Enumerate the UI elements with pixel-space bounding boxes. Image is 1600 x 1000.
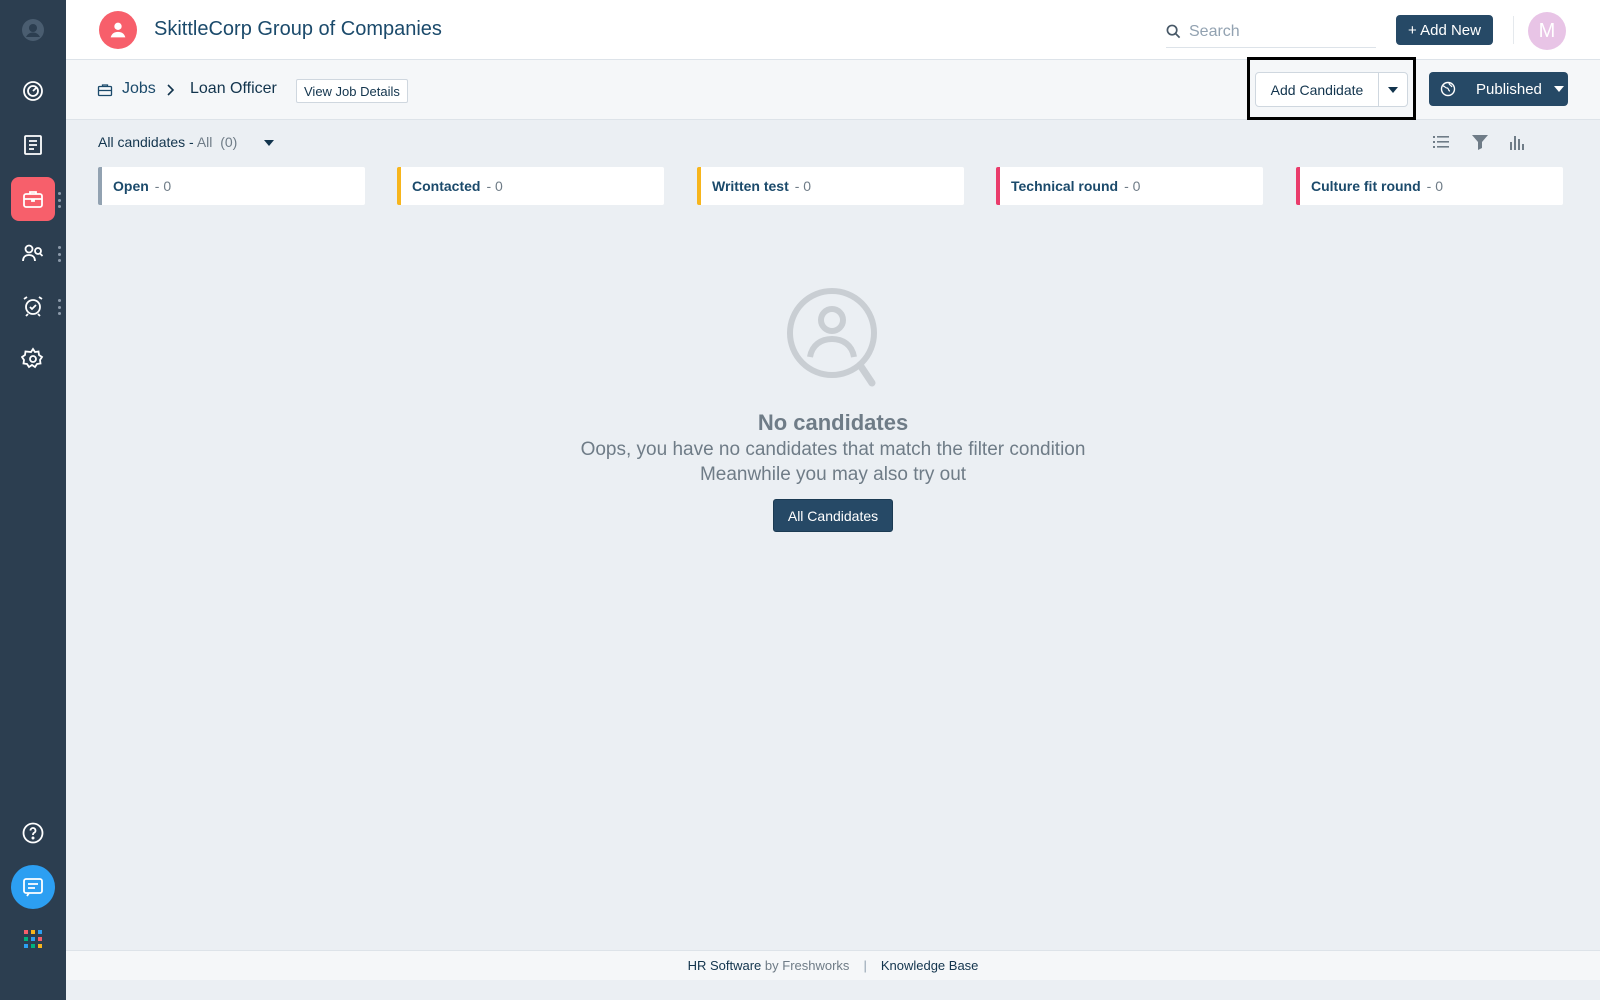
apps-grid-icon[interactable] — [11, 917, 55, 961]
footer: HR Software by Freshworks | Knowledge Ba… — [66, 950, 1600, 980]
stage-count: - 0 — [154, 178, 172, 194]
breadcrumb-current: Loan Officer — [190, 80, 277, 97]
footer-product: HR Software — [687, 958, 762, 973]
filter-caret-down-icon[interactable] — [264, 139, 274, 147]
empty-state-hint: Meanwhile you may also try out — [699, 464, 967, 485]
footer-separator: | — [863, 958, 867, 973]
filter-selected: All — [196, 134, 213, 150]
candidate-search-icon — [787, 288, 877, 387]
add-candidate-button[interactable]: Add Candidate — [1256, 73, 1379, 106]
filter-icon[interactable] — [1470, 132, 1490, 152]
sidebar — [0, 0, 66, 1000]
user-avatar[interactable]: M — [1528, 12, 1566, 50]
stage-column-open[interactable]: Open - 0 — [98, 167, 365, 205]
filter-count: (0) — [220, 134, 238, 150]
published-label: Published — [1476, 80, 1542, 98]
stage-column-culture-fit-round[interactable]: Culture fit round - 0 — [1296, 167, 1563, 205]
stage-name: Contacted — [412, 178, 481, 194]
candidates-icon[interactable] — [11, 231, 55, 275]
candidates-filter[interactable]: All candidates - All (0) — [98, 134, 237, 150]
chat-icon[interactable] — [11, 865, 55, 909]
all-candidates-button[interactable]: All Candidates — [773, 499, 893, 532]
stage-count: - 0 — [1426, 178, 1443, 194]
stage-count: - 0 — [794, 178, 812, 194]
gear-icon[interactable] — [11, 337, 55, 381]
stage-count: - 0 — [1124, 178, 1141, 194]
caret-down-icon — [1553, 86, 1564, 92]
search-input[interactable] — [1189, 22, 1369, 41]
stage-count: - 0 — [486, 178, 503, 194]
org-logo-icon — [99, 11, 137, 49]
add-candidate-dropdown[interactable] — [1379, 73, 1407, 106]
search-icon — [1166, 24, 1181, 39]
breadcrumb-jobs-link[interactable]: Jobs — [122, 80, 156, 98]
list-view-icon[interactable] — [1431, 132, 1451, 152]
candidates-menu-dots[interactable] — [57, 246, 61, 262]
jobs-briefcase-icon — [97, 84, 113, 97]
bar-chart-icon[interactable] — [1507, 132, 1527, 152]
stage-name: Written test — [712, 178, 789, 194]
caret-down-icon — [1388, 86, 1398, 93]
org-name: SkittleCorp Group of Companies — [154, 18, 442, 40]
dashboard-icon[interactable] — [11, 69, 55, 113]
header-divider — [1513, 16, 1514, 44]
add-candidate-split-button[interactable]: Add Candidate — [1255, 72, 1408, 107]
search-box[interactable] — [1166, 16, 1376, 48]
notes-icon[interactable] — [11, 123, 55, 167]
globe-icon — [1440, 81, 1456, 97]
stage-column-technical-round[interactable]: Technical round - 0 — [996, 167, 1263, 205]
empty-state-message: Oops, you have no candidates that match … — [580, 439, 1086, 460]
top-header: SkittleCorp Group of Companies + Add New… — [66, 0, 1600, 60]
alarm-menu-dots[interactable] — [57, 299, 61, 315]
add-new-button[interactable]: + Add New — [1396, 15, 1493, 45]
knowledge-base-link[interactable]: Knowledge Base — [881, 958, 979, 973]
stage-column-written-test[interactable]: Written test - 0 — [697, 167, 964, 205]
footer-by: by Freshworks — [764, 958, 850, 973]
job-subheader: Jobs Loan Officer View Job Details Add C… — [66, 57, 1600, 120]
chevron-right-icon — [167, 84, 175, 96]
help-icon[interactable] — [11, 811, 55, 855]
stage-name: Open — [113, 178, 149, 194]
empty-state-title: No candidates — [757, 410, 909, 435]
published-status-button[interactable]: Published — [1429, 72, 1568, 106]
stage-column-contacted[interactable]: Contacted - 0 — [397, 167, 664, 205]
stage-name: Technical round — [1011, 178, 1119, 194]
briefcase-menu-dots[interactable] — [57, 192, 61, 208]
alarm-clock-icon[interactable] — [11, 284, 55, 328]
stage-name: Culture fit round — [1311, 178, 1421, 194]
filter-label: All candidates - — [98, 134, 197, 150]
view-job-details-button[interactable]: View Job Details — [296, 79, 408, 103]
briefcase-icon[interactable] — [11, 177, 55, 221]
app-logo-icon[interactable] — [11, 8, 55, 52]
